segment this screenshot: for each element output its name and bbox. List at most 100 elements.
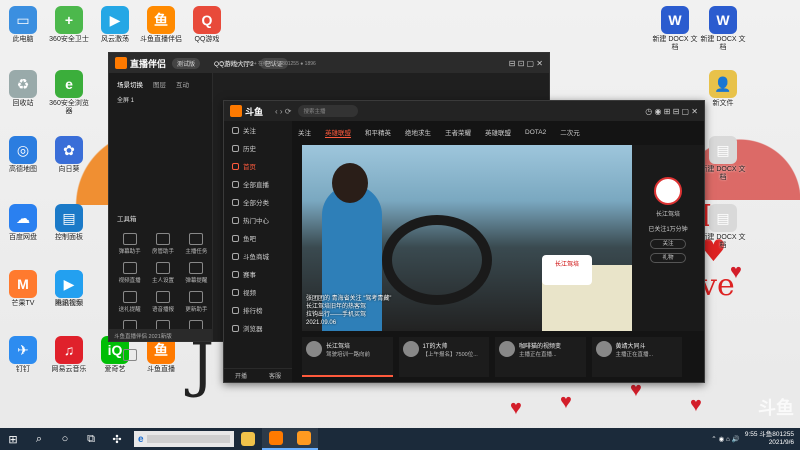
tool-item[interactable]: 弹幕提醒 [182,262,211,284]
shortcut-label: 新建 DOCX 文档 [652,36,698,51]
tool-item[interactable]: 弹幕助手 [115,233,144,255]
desktop-shortcut[interactable]: ◎ 高德地图 [0,136,46,174]
caption-line: 张团团的 青海省关注 “驾考青藏” [306,295,392,302]
tool-item[interactable] [115,349,144,363]
nav-arrows[interactable]: ‹ › ⟳ [275,107,291,116]
desktop-shortcut[interactable]: ♻ 回收站 [0,70,46,108]
sidebar-item[interactable]: 赛事 [224,265,292,283]
douyu-taskbar-icon[interactable] [262,428,290,450]
gift-button[interactable]: 礼物 [650,253,686,263]
sidebar-item[interactable]: 全部分类 [224,193,292,211]
sidebar-item-label: 浏览器 [243,326,263,333]
sidebar-item[interactable]: 热门中心 [224,211,292,229]
tool-item[interactable]: 主播任务 [182,233,211,255]
service-button[interactable]: 客服 [269,371,281,380]
sidebar-item[interactable]: 关注 [224,121,292,139]
nav-icon [232,180,239,188]
desktop-shortcut[interactable]: M 芒果TV [0,270,46,308]
sidebar-item[interactable]: 浏览器 [224,319,292,337]
sidebar-item[interactable]: 全部直播 [224,175,292,193]
sidebar-item[interactable]: 视频 [224,283,292,301]
avatar [306,341,322,357]
recommend-card[interactable]: 长江驾培 驾驶培训一路向前 [302,337,393,377]
category-tab[interactable]: 绝地求生 [405,127,431,137]
pinwheel-icon[interactable]: ✣ [104,428,130,450]
desktop-shortcut[interactable]: ♫ 网易云音乐 [46,336,92,374]
search-icon[interactable]: ⌕ [26,428,52,450]
time-text: 9:55 [744,430,758,438]
sidebar-item[interactable]: 首页 [224,157,292,175]
follow-button[interactable]: 关注 [650,239,686,249]
start-live-button[interactable]: 开播 [235,371,247,380]
desktop-shortcut[interactable]: W 新建 DOCX 文档 [700,6,746,51]
desktop-shortcut[interactable]: W 新建 DOCX 文档 [652,6,698,51]
folder-icon [241,432,255,446]
anchor-avatar[interactable] [654,177,682,205]
taskbar-browser-bar[interactable]: e [134,431,234,447]
tray-icons[interactable]: ⌃ ◉ ⌂ 🔊 [711,435,740,443]
nav-icon [232,144,239,152]
desktop-shortcut[interactable]: ▤ 新建 DOCX 文档 [700,204,746,249]
caption-line: 2021.09.06 [306,319,337,326]
tool-item[interactable]: 视频直播 [115,262,144,284]
desktop-shortcut[interactable]: ▭ 此电脑 [0,6,46,44]
category-tab[interactable]: 英雄联盟 [485,127,511,137]
recommend-card[interactable]: 黄靖大同斗 主播正在直播... [591,337,682,377]
sidebar-item[interactable]: 鱼吧 [224,229,292,247]
clock[interactable]: 9:55 斗鱼801255 2021/9/6 [745,431,794,447]
recommend-sub: 驾驶培训一路向前 [326,352,371,358]
sidebar-item[interactable]: 排行榜 [224,301,292,319]
window-controls[interactable]: ⊟ ⊡ ▢ ✕ [509,59,543,68]
sidebar-item-label: 视频 [243,290,256,297]
tool-item[interactable]: 更新助手 [182,291,211,313]
category-tab[interactable]: DOTA2 [525,129,546,136]
taskbar-search-input[interactable] [146,435,230,443]
video-player[interactable]: 长江驾培 张团团的 青海省关注 “驾考青藏” 长江驾培旧年的热客驾 拉钩出行——手机… [302,145,632,331]
desktop-shortcut[interactable]: ▤ 控制面板 [46,204,92,242]
cloud-icon: ☁ [9,204,37,232]
desktop-shortcut[interactable]: ▶ 风云激荡 [92,6,138,44]
category-tab[interactable]: 和平精英 [365,127,391,137]
category-tab[interactable]: 关注 [298,127,311,137]
desktop-shortcut[interactable]: Q QQ游戏 [184,6,230,44]
desktop-shortcut[interactable]: 鱼斗鱼直播伴侣 [138,6,184,44]
shortcut-label: 斗鱼直播伴侣 [140,36,182,43]
sidebar-item[interactable]: 历史 [224,139,292,157]
window-controls[interactable]: ◷ ◉ ⊞ ⊟ ▢ ✕ [645,107,698,116]
tray-text: 斗鱼801255 [759,430,794,438]
desktop-shortcut[interactable]: ☁ 百度网盘 [0,204,46,242]
category-tab[interactable]: 二次元 [560,127,580,137]
desktop-shortcut[interactable]: e 360安全浏览器 [46,70,92,115]
category-tab[interactable]: 英雄联盟 [325,127,351,138]
search-input[interactable]: 搜索主播 [297,105,358,117]
category-tab[interactable]: 王者荣耀 [445,127,471,137]
scene-item[interactable]: 全屏 1 [109,93,212,106]
scene-tab[interactable]: 互动 [176,79,189,89]
avatar [595,341,612,357]
category-tabs: 关注 英雄联盟 和平精英 绝地求生 王者荣耀 英雄联盟 DOTA2 二次元 [298,125,696,139]
desktop-shortcut[interactable]: ▶ 腾讯视频 [46,270,92,308]
desktop-shortcut[interactable]: +360安全卫士 [46,6,92,44]
task-view-icon[interactable]: ⧉ [78,428,104,450]
tool-item[interactable]: 送礼提醒 [115,291,144,313]
cortana-icon[interactable]: ○ [52,428,78,450]
recommend-card[interactable]: 1T的大帅 【上午报名】7500位... [398,337,489,377]
douyu-icon [269,431,283,445]
tool-item[interactable]: 主人设置 [148,262,177,284]
tool-item[interactable]: 语音播报 [148,291,177,313]
desktop-shortcut[interactable]: ▤ 新建 DOCX 文档 [700,136,746,181]
start-button[interactable]: ⊞ [0,428,26,450]
desktop-shortcut[interactable]: ✿ 向日葵 [46,136,92,174]
scene-tab[interactable]: 场景切换 [117,79,143,89]
desktop-shortcut[interactable]: 👤 新文件 [700,70,746,108]
file-explorer-icon[interactable] [234,428,262,450]
sidebar-item-label: 全部分类 [243,200,269,207]
recommend-card[interactable]: 咖啡猫的视频变 主播正在直播... [495,337,586,377]
companion-taskbar-icon[interactable] [290,428,318,450]
scene-panel: 场景切换 图层 互动 全屏 1 工具箱 弹幕助手 房管助手 主播任务 视频直播 主人设置 弹幕… [109,73,213,342]
scene-tab[interactable]: 图层 [153,79,166,89]
tool-item[interactable]: 房管助手 [148,233,177,255]
desktop-shortcut[interactable]: ✈ 钉钉 [0,336,46,374]
sidebar-item[interactable]: 斗鱼商城 [224,247,292,265]
shortcut-label: 向日葵 [58,166,80,173]
